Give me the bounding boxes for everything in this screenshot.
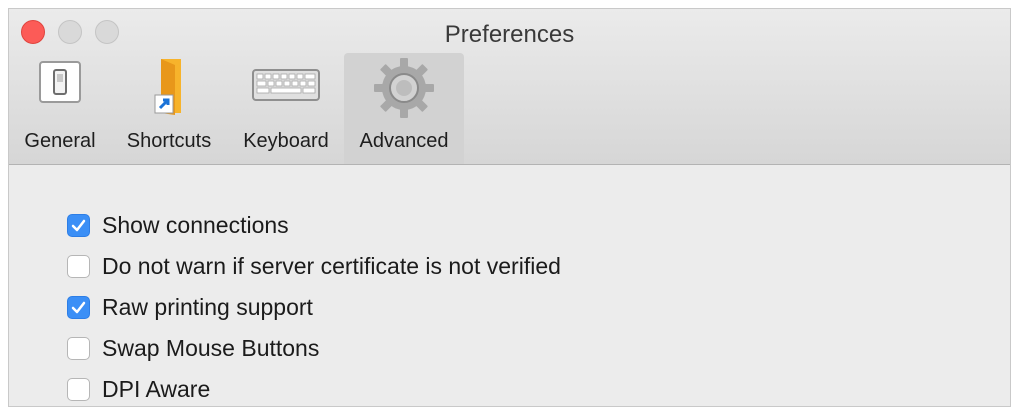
tab-advanced[interactable]: Advanced xyxy=(344,53,464,164)
checkmark-icon xyxy=(71,301,86,314)
tab-shortcuts-label: Shortcuts xyxy=(126,130,212,152)
do-not-warn-certificate-label: Do not warn if server certificate is not… xyxy=(102,253,561,279)
dpi-aware-label: DPI Aware xyxy=(102,376,211,402)
option-do-not-warn-certificate[interactable]: Do not warn if server certificate is not… xyxy=(67,246,561,287)
tab-general[interactable]: General xyxy=(13,53,107,164)
option-dpi-aware[interactable]: DPI Aware xyxy=(67,369,561,406)
toolbar: Preferences General Shortcuts Keyboard A… xyxy=(9,9,1010,165)
checkmark-icon xyxy=(71,219,86,232)
tab-shortcuts[interactable]: Shortcuts xyxy=(113,53,225,164)
option-swap-mouse-buttons[interactable]: Swap Mouse Buttons xyxy=(67,328,561,369)
show-connections-checkbox[interactable] xyxy=(67,214,90,237)
window-title: Preferences xyxy=(444,21,575,48)
dpi-aware-checkbox[interactable] xyxy=(67,378,90,401)
raw-printing-support-label: Raw printing support xyxy=(102,294,313,320)
folder-shortcut-icon xyxy=(141,57,197,122)
option-raw-printing-support[interactable]: Raw printing support xyxy=(67,287,561,328)
tab-keyboard-label: Keyboard xyxy=(243,130,329,152)
option-show-connections[interactable]: Show connections xyxy=(67,205,561,246)
raw-printing-support-checkbox[interactable] xyxy=(67,296,90,319)
swap-mouse-buttons-checkbox[interactable] xyxy=(67,337,90,360)
tab-keyboard[interactable]: Keyboard xyxy=(231,53,341,164)
do-not-warn-certificate-checkbox[interactable] xyxy=(67,255,90,278)
tab-advanced-label: Advanced xyxy=(359,130,449,152)
swap-mouse-buttons-label: Swap Mouse Buttons xyxy=(102,335,320,361)
tab-general-label: General xyxy=(24,130,96,152)
gear-icon xyxy=(373,57,435,124)
preferences-window: Preferences General Shortcuts Keyboard A… xyxy=(8,8,1011,407)
show-connections-label: Show connections xyxy=(102,212,289,238)
advanced-options: Show connections Do not warn if server c… xyxy=(67,205,561,406)
keyboard-icon xyxy=(252,69,320,106)
general-switch-icon xyxy=(39,61,81,108)
